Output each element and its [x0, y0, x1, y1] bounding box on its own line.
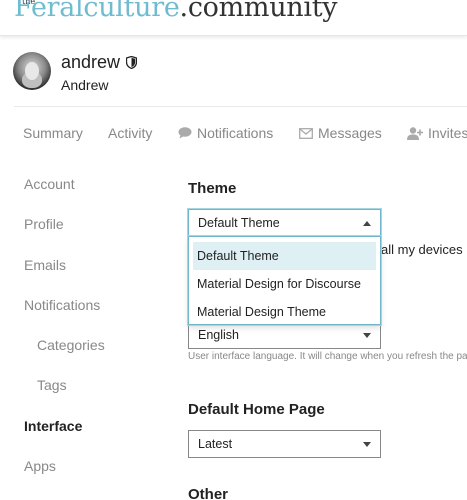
site-logo[interactable]: Feralculture.community [14, 0, 338, 23]
tab-summary-label: Summary [23, 125, 83, 141]
theme-dropdown-list: Default Theme Material Design for Discou… [188, 236, 381, 325]
avatar[interactable] [13, 52, 51, 90]
other-heading: Other [188, 486, 229, 500]
envelope-icon [299, 127, 313, 139]
sidebar-item-categories[interactable]: Categories [37, 337, 105, 353]
divider [14, 106, 467, 107]
tab-invites[interactable]: Invites [407, 125, 467, 141]
sidebar-item-apps[interactable]: Apps [24, 458, 56, 474]
sidebar-item-account[interactable]: Account [24, 176, 75, 192]
sidebar-item-tags[interactable]: Tags [37, 377, 67, 393]
language-select-value: English [198, 328, 239, 342]
home-page-select[interactable]: Latest [188, 430, 381, 458]
theme-select[interactable]: Default Theme [188, 209, 381, 237]
user-plus-icon [407, 126, 423, 140]
logo-text-feralculture: Feralculture [14, 0, 180, 23]
username: andrew [61, 52, 121, 72]
tab-notifications[interactable]: Notifications [178, 125, 273, 141]
language-help-text: User interface language. It will change … [188, 351, 467, 362]
sidebar-item-interface[interactable]: Interface [24, 418, 82, 434]
sidebar-item-notifications[interactable]: Notifications [24, 297, 100, 313]
theme-option-material-discourse[interactable]: Material Design for Discourse [193, 270, 376, 298]
full-name: Andrew [61, 77, 109, 93]
username-row: andrew [61, 52, 138, 73]
theme-select-value: Default Theme [198, 216, 280, 230]
site-header: the Feralculture.community [0, 0, 467, 36]
theme-option-material-design[interactable]: Material Design Theme [193, 298, 376, 326]
logo-text-community: .community [179, 0, 338, 23]
tab-summary[interactable]: Summary [23, 125, 83, 141]
tab-messages-label: Messages [318, 125, 382, 141]
tab-invites-label: Invites [428, 125, 467, 141]
user-nav-tabs: Summary Activity Notifications Messages … [0, 116, 467, 150]
caret-up-icon [363, 221, 371, 226]
theme-all-devices-label: all my devices [381, 242, 463, 257]
caret-down-icon [363, 442, 371, 447]
shield-icon [126, 56, 138, 69]
theme-heading: Theme [188, 180, 237, 197]
home-page-select-value: Latest [198, 437, 233, 451]
comment-icon [178, 127, 192, 139]
sidebar-item-profile[interactable]: Profile [24, 216, 64, 232]
sidebar-item-emails[interactable]: Emails [24, 257, 66, 273]
tab-messages[interactable]: Messages [299, 125, 382, 141]
home-page-heading: Default Home Page [188, 401, 325, 418]
avatar-face [25, 62, 39, 80]
caret-down-icon [363, 333, 371, 338]
tab-activity-label: Activity [108, 125, 153, 141]
tab-activity[interactable]: Activity [108, 125, 152, 141]
tab-notifications-label: Notifications [197, 125, 274, 141]
theme-option-default[interactable]: Default Theme [193, 242, 376, 270]
